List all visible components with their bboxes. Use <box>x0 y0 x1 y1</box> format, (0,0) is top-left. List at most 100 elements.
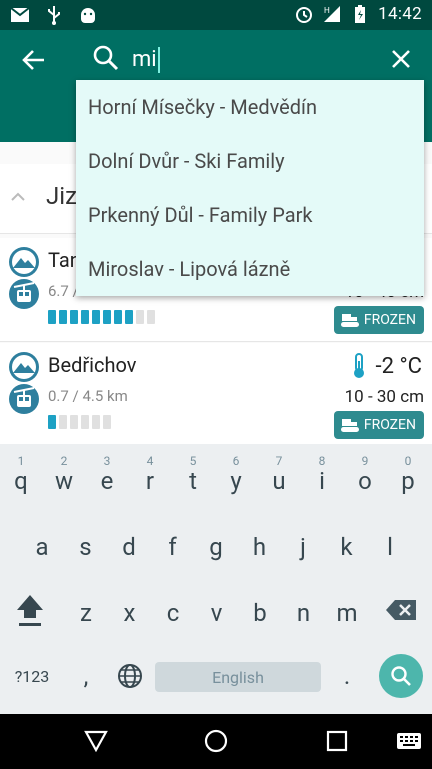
key-label: x <box>123 599 136 627</box>
nav-home-button[interactable] <box>201 726 231 756</box>
temperature: -2 °C <box>352 353 422 379</box>
circle-home-icon <box>204 729 228 753</box>
progress-segment <box>147 310 155 324</box>
key-b[interactable]: b <box>240 580 280 640</box>
text-cursor <box>158 47 160 73</box>
progress-segment <box>103 310 111 324</box>
key-label: e <box>100 467 114 495</box>
progress-segment <box>70 415 78 429</box>
progress-segment <box>59 415 67 429</box>
key-label: d <box>122 533 136 561</box>
key-a[interactable]: a <box>22 514 62 574</box>
language-key[interactable] <box>110 646 150 706</box>
triangle-back-icon <box>84 730 108 752</box>
suggestion-item[interactable]: Horní Mísečky - Medvědín <box>76 80 424 134</box>
key-label: v <box>210 599 223 627</box>
key-e[interactable]: 3e <box>87 448 127 508</box>
temperature-value: -2 °C <box>375 353 422 379</box>
key-l[interactable]: l <box>370 514 410 574</box>
key-h[interactable]: h <box>240 514 280 574</box>
key-hint: 8 <box>318 454 326 468</box>
list-item[interactable]: Bedřichov 0.7 / 4.5 km -2 °C 10 - 30 cm … <box>0 343 432 444</box>
svg-text:H: H <box>324 6 330 15</box>
keyboard-row-3: z x c v b nm <box>0 580 432 640</box>
key-c[interactable]: c <box>153 580 193 640</box>
nav-recents-button[interactable] <box>322 726 352 756</box>
nav-back-button[interactable] <box>81 726 111 756</box>
backspace-icon <box>386 600 416 620</box>
key-f[interactable]: f <box>153 514 193 574</box>
key-label: i <box>319 467 325 495</box>
key-k[interactable]: k <box>327 514 367 574</box>
key-x[interactable]: x <box>110 580 150 640</box>
clear-search-button[interactable] <box>386 44 416 74</box>
key-o[interactable]: 9o <box>345 448 385 508</box>
shift-icon <box>17 595 43 626</box>
mountain-icon <box>9 247 39 277</box>
key-g[interactable]: g <box>196 514 236 574</box>
status-label: FROZEN <box>363 312 416 328</box>
suggestion-dropdown: Horní Mísečky - Medvědín Dolní Dvůr - Sk… <box>76 80 424 296</box>
key-label: m <box>336 599 358 627</box>
suggestion-item[interactable]: Dolní Dvůr - Ski Family <box>76 134 424 188</box>
progress-segment <box>48 310 56 324</box>
suggestion-item[interactable]: Prkenný Důl - Family Park <box>76 188 424 242</box>
snow-depth: 10 - 30 cm <box>344 387 424 407</box>
back-button[interactable] <box>16 44 52 76</box>
key-label: o <box>358 467 372 495</box>
space-key[interactable]: English <box>155 662 321 692</box>
key-r[interactable]: 4r <box>130 448 170 508</box>
key-j[interactable]: j <box>283 514 323 574</box>
battery-charging-icon <box>350 4 370 24</box>
keyboard-icon <box>397 733 421 749</box>
resort-km: 0.7 / 4.5 km <box>48 387 128 405</box>
globe-icon <box>118 664 142 688</box>
square-recents-icon <box>326 730 348 752</box>
keyboard-switch-button[interactable] <box>394 726 424 756</box>
key-t[interactable]: 5t <box>173 448 213 508</box>
key-m[interactable]: m <box>327 580 367 640</box>
key-v[interactable]: v <box>197 580 237 640</box>
progress-segment <box>81 415 89 429</box>
key-s[interactable]: s <box>66 514 106 574</box>
progress-segment <box>125 310 133 324</box>
gmail-icon <box>10 5 30 25</box>
usb-icon <box>44 5 64 25</box>
status-badge: FROZEN <box>333 306 424 334</box>
arrow-back-icon <box>22 50 44 70</box>
progress-segment <box>81 310 89 324</box>
signal-icon: H <box>322 4 342 24</box>
key-n[interactable]: n <box>284 580 324 640</box>
key-label: j <box>300 533 306 561</box>
keyboard-row-2: asdfg h jkl <box>0 514 432 574</box>
comma-key[interactable]: , <box>66 646 106 706</box>
key-q[interactable]: 1q <box>1 448 41 508</box>
key-u[interactable]: 7u <box>259 448 299 508</box>
navigation-bar <box>0 714 432 769</box>
key-label: b <box>253 599 267 627</box>
search-input[interactable] <box>132 44 362 74</box>
symbols-key[interactable]: ?123 <box>8 646 56 706</box>
suggestion-item[interactable]: Miroslav - Lipová lázně <box>76 242 424 296</box>
key-d[interactable]: d <box>109 514 149 574</box>
key-y[interactable]: 6y <box>216 448 256 508</box>
key-w[interactable]: 2w <box>44 448 84 508</box>
key-z[interactable]: z <box>66 580 106 640</box>
key-label: h <box>252 533 267 561</box>
key-hint: 1 <box>17 454 25 468</box>
snowcat-icon <box>340 419 359 432</box>
progress-segment <box>114 310 122 324</box>
key-label: c <box>166 599 180 627</box>
cable-car-icon <box>9 384 39 414</box>
search-key[interactable] <box>379 654 423 698</box>
shift-key[interactable] <box>10 580 50 640</box>
key-hint: 4 <box>146 454 154 468</box>
key-label: z <box>80 599 92 627</box>
backspace-key[interactable] <box>381 580 421 640</box>
key-label: g <box>209 533 223 561</box>
key-label: q <box>14 467 28 495</box>
key-p[interactable]: 0p <box>388 448 428 508</box>
period-key[interactable]: . <box>327 646 367 706</box>
key-i[interactable]: 8i <box>302 448 342 508</box>
key-label: n <box>296 599 311 627</box>
